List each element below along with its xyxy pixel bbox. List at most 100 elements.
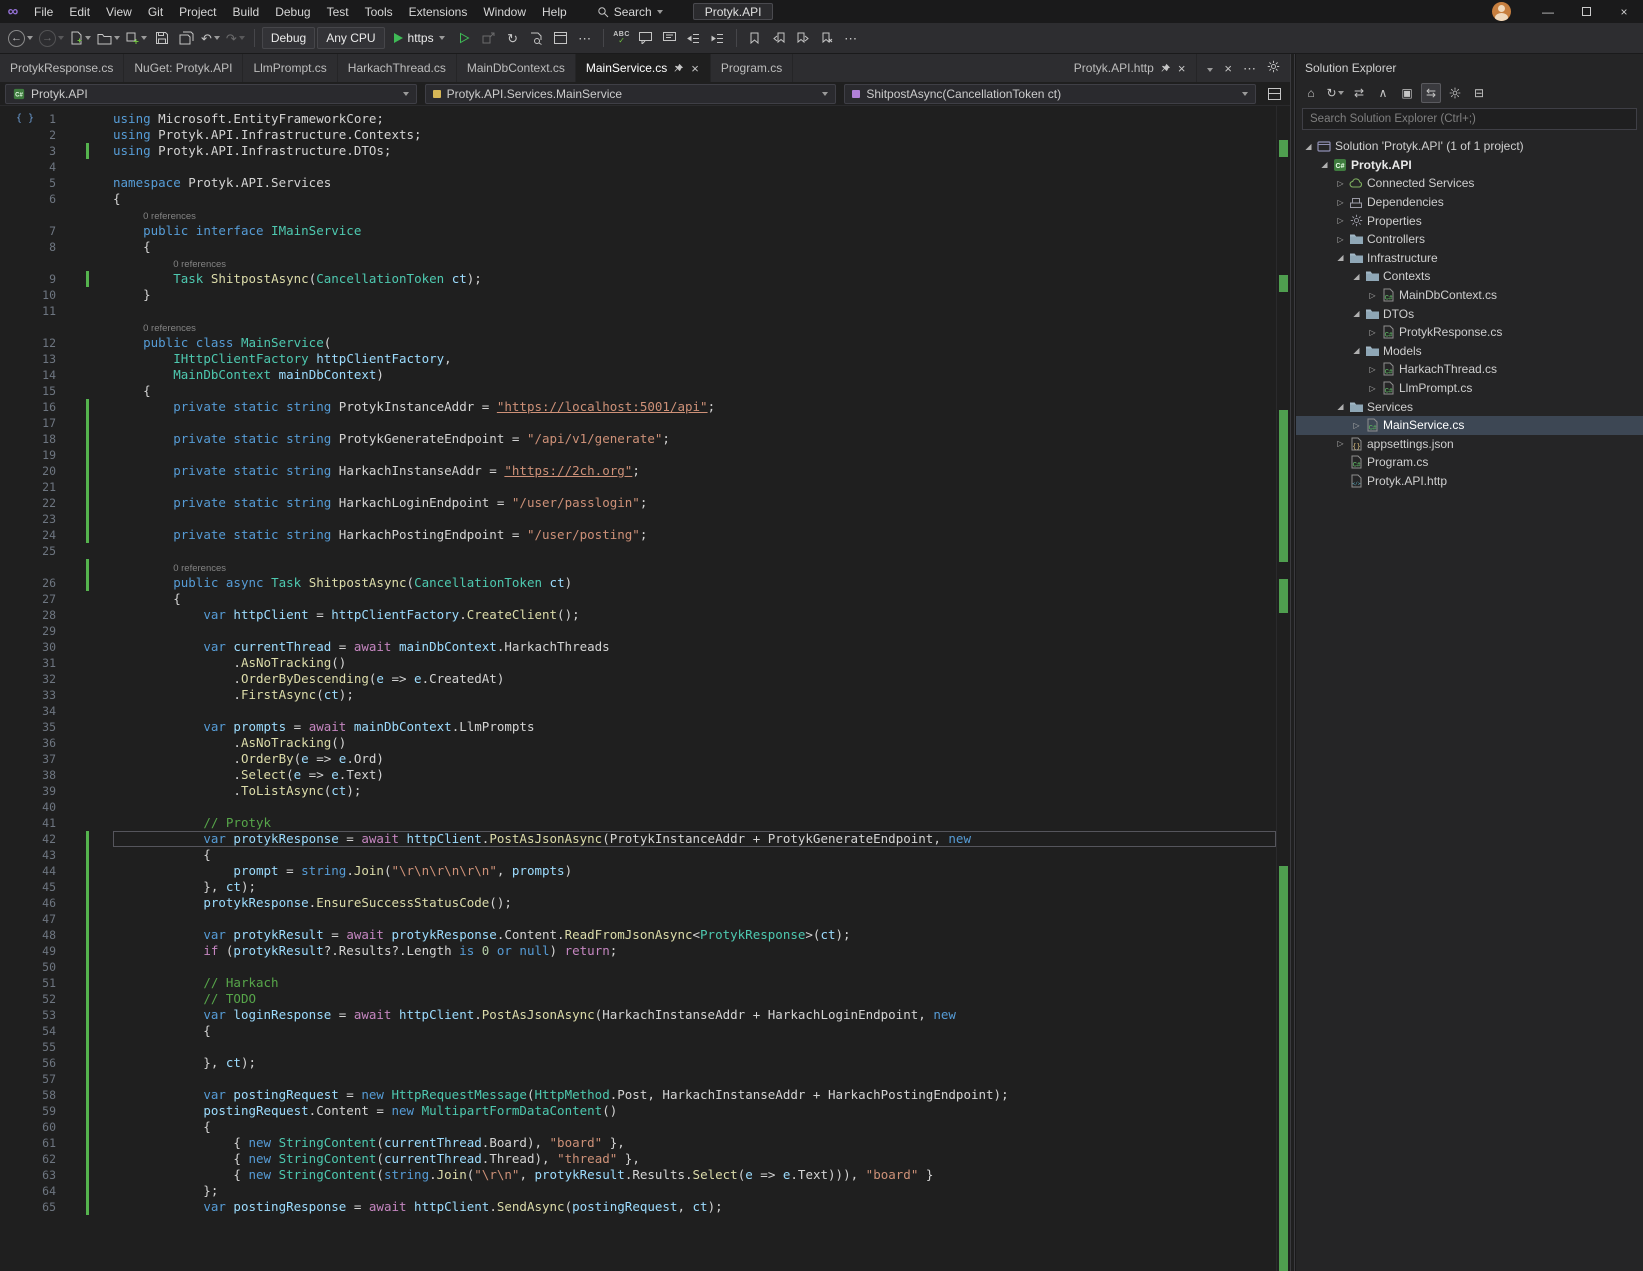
menu-item-git[interactable]: Git bbox=[140, 0, 171, 23]
properties-button[interactable] bbox=[1445, 83, 1465, 103]
close-all-button[interactable]: × bbox=[1224, 62, 1232, 75]
attach-to-process-button[interactable] bbox=[478, 26, 500, 50]
menu-item-test[interactable]: Test bbox=[319, 0, 357, 23]
code-line[interactable]: 15 { bbox=[0, 383, 1276, 399]
uncomment-button[interactable] bbox=[659, 26, 681, 50]
code-line[interactable]: 36 .AsNoTracking() bbox=[0, 735, 1276, 751]
code-line[interactable]: 30 var currentThread = await mainDbConte… bbox=[0, 639, 1276, 655]
spell-check-button[interactable]: ABC✓ bbox=[611, 26, 633, 50]
codelens-references[interactable]: 0 references bbox=[173, 563, 226, 574]
next-bookmark-button[interactable] bbox=[792, 26, 814, 50]
tab-MainService.cs[interactable]: MainService.cs× bbox=[576, 54, 711, 82]
tab-list-button[interactable] bbox=[1207, 61, 1213, 75]
code-line[interactable]: 28 var httpClient = httpClientFactory.Cr… bbox=[0, 607, 1276, 623]
code-line[interactable]: 19 bbox=[0, 447, 1276, 463]
codelens-row[interactable]: 0 references bbox=[0, 559, 1276, 575]
code-line[interactable]: 12 public class MainService( bbox=[0, 335, 1276, 351]
collapsed-arrow-icon[interactable]: ▷ bbox=[1334, 235, 1347, 244]
solution-platforms-dropdown[interactable]: Any CPU bbox=[317, 27, 384, 49]
tab-Program.cs[interactable]: Program.cs bbox=[711, 54, 793, 82]
collapsed-arrow-icon[interactable]: ▷ bbox=[1334, 179, 1347, 188]
expanded-arrow-icon[interactable]: ◢ bbox=[1334, 402, 1347, 411]
navigate-forward-button[interactable]: → bbox=[37, 26, 66, 50]
code-line[interactable]: 43 { bbox=[0, 847, 1276, 863]
sync-namespaces-button[interactable]: ⇄ bbox=[1349, 83, 1369, 103]
code-line[interactable]: 2using Protyk.API.Infrastructure.Context… bbox=[0, 127, 1276, 143]
collapsed-arrow-icon[interactable]: ▷ bbox=[1366, 328, 1379, 337]
codelens-references[interactable]: 0 references bbox=[173, 259, 226, 270]
user-avatar[interactable] bbox=[1492, 2, 1511, 21]
tree-item-Services[interactable]: ◢Services bbox=[1296, 397, 1643, 416]
code-line[interactable]: 35 var prompts = await mainDbContext.Llm… bbox=[0, 719, 1276, 735]
toolbar-options-button[interactable]: ⋯ bbox=[840, 26, 862, 50]
code-line[interactable]: 51 // Harkach bbox=[0, 975, 1276, 991]
menu-item-edit[interactable]: Edit bbox=[61, 0, 98, 23]
code-line[interactable]: 60 { bbox=[0, 1119, 1276, 1135]
tab-Protyk.API.http[interactable]: Protyk.API.http× bbox=[1064, 54, 1198, 82]
menu-item-file[interactable]: File bbox=[26, 0, 61, 23]
menu-item-debug[interactable]: Debug bbox=[267, 0, 318, 23]
code-line[interactable]: 64 }; bbox=[0, 1183, 1276, 1199]
code-line[interactable]: 38 .Select(e => e.Text) bbox=[0, 767, 1276, 783]
tree-item-Properties[interactable]: ▷Properties bbox=[1296, 211, 1643, 230]
code-line[interactable]: 14 MainDbContext mainDbContext) bbox=[0, 367, 1276, 383]
collapsed-arrow-icon[interactable]: ▷ bbox=[1334, 216, 1347, 225]
code-line[interactable]: 8 { bbox=[0, 239, 1276, 255]
code-line[interactable]: 54 { bbox=[0, 1023, 1276, 1039]
sync-with-active-document-button[interactable]: ⇆ bbox=[1421, 83, 1441, 103]
code-line[interactable]: 49 if (protykResult?.Results?.Length is … bbox=[0, 943, 1276, 959]
add-item-button[interactable] bbox=[124, 26, 149, 50]
start-without-debugging-button[interactable] bbox=[454, 26, 476, 50]
tree-item-DTOs[interactable]: ◢DTOs bbox=[1296, 304, 1643, 323]
code-line[interactable]: 57 bbox=[0, 1071, 1276, 1087]
tab-HarkachThread.cs[interactable]: HarkachThread.cs bbox=[338, 54, 457, 82]
tree-item-Models[interactable]: ◢Models bbox=[1296, 342, 1643, 361]
expanded-arrow-icon[interactable]: ◢ bbox=[1350, 346, 1363, 355]
code-line[interactable]: 17 bbox=[0, 415, 1276, 431]
collapsed-arrow-icon[interactable]: ▷ bbox=[1334, 439, 1347, 448]
tree-item-ProtykResponse.cs[interactable]: ▷C#ProtykResponse.cs bbox=[1296, 323, 1643, 342]
undo-button[interactable]: ↶ bbox=[199, 26, 222, 50]
code-line[interactable]: 11 bbox=[0, 303, 1276, 319]
code-line[interactable]: 21 bbox=[0, 479, 1276, 495]
toggle-comment-button[interactable] bbox=[635, 26, 657, 50]
code-line[interactable]: 25 bbox=[0, 543, 1276, 559]
code-line[interactable]: 6{ bbox=[0, 191, 1276, 207]
solution-search-input[interactable] bbox=[1310, 113, 1629, 125]
codelens-references[interactable]: 0 references bbox=[143, 323, 196, 334]
editor-scrollbar[interactable] bbox=[1276, 106, 1290, 1271]
expanded-arrow-icon[interactable]: ◢ bbox=[1334, 253, 1347, 262]
code-line[interactable]: 31 .AsNoTracking() bbox=[0, 655, 1276, 671]
code-line[interactable]: 9 Task ShitpostAsync(CancellationToken c… bbox=[0, 271, 1276, 287]
code-line[interactable]: 45 }, ct); bbox=[0, 879, 1276, 895]
editor-settings-button[interactable] bbox=[1267, 60, 1280, 76]
tree-item-HarkachThread.cs[interactable]: ▷C#HarkachThread.cs bbox=[1296, 360, 1643, 379]
tree-item-Solution 'Protyk.API' (1 of 1 project)[interactable]: ◢Solution 'Protyk.API' (1 of 1 project) bbox=[1296, 137, 1643, 156]
code-line[interactable]: 56 }, ct); bbox=[0, 1055, 1276, 1071]
code-line[interactable]: 48 var protykResult = await protykRespon… bbox=[0, 927, 1276, 943]
code-line[interactable]: 61 { new StringContent(currentThread.Boa… bbox=[0, 1135, 1276, 1151]
maximize-button[interactable] bbox=[1567, 0, 1605, 23]
tree-item-Dependencies[interactable]: ▷Dependencies bbox=[1296, 193, 1643, 212]
minimize-button[interactable]: — bbox=[1529, 0, 1567, 23]
clear-bookmarks-button[interactable] bbox=[816, 26, 838, 50]
code-line[interactable]: 3using Protyk.API.Infrastructure.DTOs; bbox=[0, 143, 1276, 159]
code-line[interactable]: 5namespace Protyk.API.Services bbox=[0, 175, 1276, 191]
collapsed-arrow-icon[interactable]: ▷ bbox=[1366, 291, 1379, 300]
collapsed-arrow-icon[interactable]: ▷ bbox=[1366, 384, 1379, 393]
code-line[interactable]: 7 public interface IMainService bbox=[0, 223, 1276, 239]
solution-name-chip[interactable]: Protyk.API bbox=[693, 3, 774, 20]
code-line[interactable]: 29 bbox=[0, 623, 1276, 639]
redo-button[interactable]: ↷ bbox=[224, 26, 247, 50]
code-line[interactable]: 32 .OrderByDescending(e => e.CreatedAt) bbox=[0, 671, 1276, 687]
expanded-arrow-icon[interactable]: ◢ bbox=[1350, 272, 1363, 281]
code-line[interactable]: 10 } bbox=[0, 287, 1276, 303]
member-dropdown[interactable]: ShitpostAsync(CancellationToken ct) bbox=[844, 84, 1256, 104]
window-layout-button[interactable] bbox=[550, 26, 572, 50]
tree-item-appsettings.json[interactable]: ▷{}appsettings.json bbox=[1296, 435, 1643, 454]
start-debugging-button[interactable]: https bbox=[387, 26, 452, 50]
code-line[interactable]: 41 // Protyk bbox=[0, 815, 1276, 831]
close-tab-icon[interactable]: × bbox=[1177, 61, 1187, 76]
code-line[interactable]: 47 bbox=[0, 911, 1276, 927]
code-line[interactable]: 34 bbox=[0, 703, 1276, 719]
